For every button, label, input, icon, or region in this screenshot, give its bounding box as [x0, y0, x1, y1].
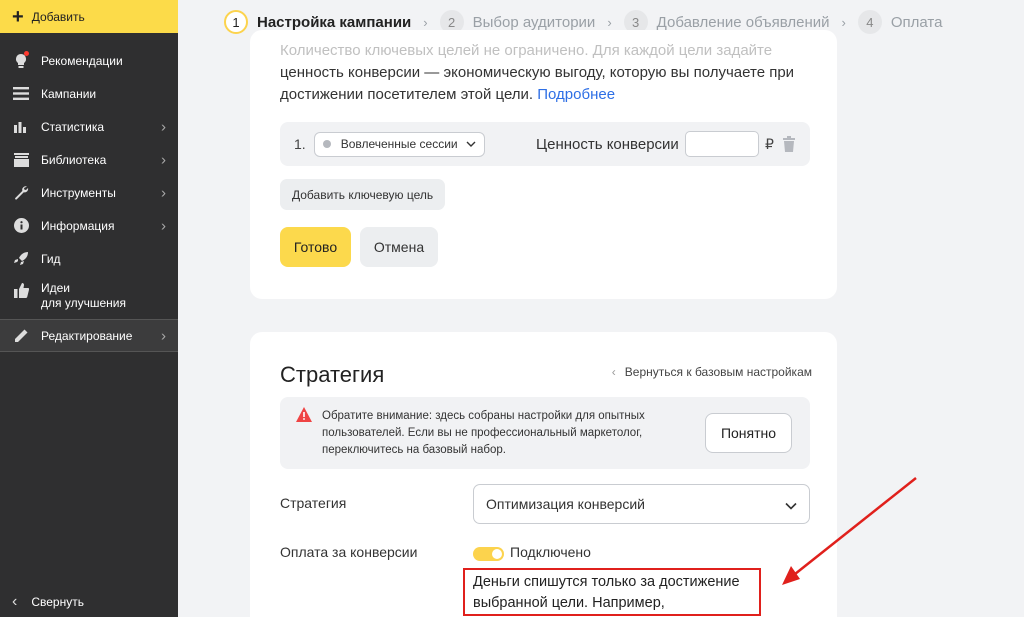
chevron-right-icon: › — [607, 14, 612, 30]
sidebar-item-library[interactable]: Библиотека › — [0, 143, 178, 176]
back-to-basic-link[interactable]: ‹ Вернуться к базовым настройкам — [612, 365, 812, 379]
currency-sign: ₽ — [765, 135, 774, 152]
chevron-right-icon: › — [161, 184, 166, 201]
collapse-sidebar-button[interactable]: ‹ Свернуть — [0, 587, 178, 617]
plus-icon: + — [12, 5, 24, 28]
info-icon — [12, 217, 30, 235]
goal-select[interactable]: Вовлеченные сессии — [313, 131, 485, 157]
sidebar-item-label: Кампании — [41, 86, 97, 101]
chevron-right-icon: › — [161, 118, 166, 135]
annotation-arrow — [782, 477, 917, 585]
highlighted-hint: Деньги спишутся только за достижение выб… — [463, 568, 761, 617]
sidebar-item-label: Инструменты — [41, 185, 116, 200]
step-label: Выбор аудитории — [472, 13, 596, 31]
sidebar-item-ideas[interactable]: Идеи для улучшения — [0, 275, 178, 319]
sidebar-item-label: Статистика — [41, 119, 105, 134]
notification-dot — [24, 50, 29, 56]
key-goals-card: Количество ключевых целей не ограничено.… — [250, 30, 837, 299]
notice-ok-button[interactable]: Понятно — [705, 413, 792, 453]
step-label: Оплата — [890, 13, 943, 31]
goals-description-faded: Количество ключевых целей не ограничено.… — [280, 42, 773, 59]
library-icon — [12, 151, 30, 169]
sidebar-item-label: Рекомендации — [41, 53, 123, 68]
step-payment[interactable]: 4 Оплата — [857, 10, 943, 34]
step-label: Настройка кампании — [257, 13, 412, 31]
step-number: 1 — [224, 10, 248, 34]
goals-description: Количество ключевых целей не ограничено.… — [280, 40, 810, 106]
cancel-button[interactable]: Отмена — [360, 227, 438, 267]
sidebar-nav: Рекомендации Кампании Статистика › Библи… — [0, 44, 178, 352]
chevron-right-icon: › — [423, 14, 428, 30]
chevron-right-icon: › — [161, 151, 166, 168]
sidebar-item-label: Библиотека — [41, 152, 107, 167]
add-key-goal-button[interactable]: Добавить ключевую цель — [280, 179, 446, 210]
sidebar-item-guide[interactable]: Гид — [0, 242, 178, 275]
sidebar-item-statistics[interactable]: Статистика › — [0, 110, 178, 143]
back-link-label: Вернуться к базовым настройкам — [624, 365, 812, 379]
more-info-link[interactable]: Подробнее — [537, 86, 615, 103]
step-number: 4 — [857, 10, 882, 34]
sidebar-item-editing[interactable]: Редактирование › — [0, 319, 178, 352]
wrench-icon — [12, 184, 30, 202]
notice-text: Обратите внимание: здесь собраны настрой… — [322, 410, 645, 456]
goal-number: 1. — [294, 136, 306, 152]
strategy-title: Стратегия — [280, 362, 385, 387]
conversion-value-input[interactable] — [685, 131, 759, 157]
goal-row: 1. Вовлеченные сессии Ценность конверсии… — [280, 122, 810, 166]
label-line-1: Идеи — [41, 281, 71, 295]
warning-icon — [296, 407, 312, 422]
payment-field-label: Оплата за конверсии — [280, 544, 418, 560]
rocket-icon — [12, 250, 30, 268]
sidebar-item-information[interactable]: Информация › — [0, 209, 178, 242]
add-button-label: Добавить — [31, 9, 85, 24]
sidebar-item-label: Редактирование — [41, 328, 133, 343]
menu-icon — [12, 85, 30, 103]
strategy-select-value: Оптимизация конверсий — [486, 496, 645, 512]
toggle-knob — [492, 549, 502, 559]
done-button[interactable]: Готово — [280, 227, 351, 267]
strategy-select[interactable]: Оптимизация конверсий — [473, 484, 810, 524]
conversion-value-label: Ценность конверсии — [536, 135, 679, 153]
strategy-card: Стратегия ‹ Вернуться к базовым настройк… — [250, 332, 837, 617]
sidebar-item-campaigns[interactable]: Кампании — [0, 77, 178, 110]
chevron-left-icon: ‹ — [611, 365, 616, 379]
chart-icon — [12, 118, 30, 136]
sidebar-item-recommendations[interactable]: Рекомендации — [0, 44, 178, 77]
label-line-2: для улучшения — [41, 296, 126, 310]
collapse-label: Свернуть — [31, 595, 84, 609]
pay-per-conversion-toggle[interactable] — [473, 547, 504, 561]
chevron-right-icon: › — [161, 217, 166, 234]
sidebar-item-tools[interactable]: Инструменты › — [0, 176, 178, 209]
goal-status-dot — [322, 140, 331, 148]
chevron-down-icon — [466, 138, 476, 150]
chevron-left-icon: ‹ — [12, 593, 18, 610]
goal-select-value: Вовлеченные сессии — [340, 137, 458, 151]
add-button[interactable]: + Добавить — [0, 0, 178, 33]
bulb-icon — [12, 50, 30, 70]
chevron-right-icon: › — [841, 14, 846, 30]
trash-icon[interactable] — [782, 136, 796, 152]
toggle-status: Подключено — [510, 544, 591, 560]
sidebar: + Добавить Рекомендации Кампании Статист… — [0, 0, 178, 617]
pencil-icon — [12, 327, 30, 345]
chevron-right-icon: › — [161, 327, 166, 344]
sidebar-item-label: Информация — [41, 218, 115, 233]
strategy-field-label: Стратегия — [280, 495, 347, 511]
sidebar-item-label: Идеи для улучшения — [41, 281, 126, 311]
step-label: Добавление объявлений — [656, 13, 830, 31]
expert-notice: Обратите внимание: здесь собраны настрой… — [280, 397, 810, 469]
sidebar-item-label: Гид — [41, 251, 61, 266]
thumbs-up-icon — [12, 281, 30, 299]
